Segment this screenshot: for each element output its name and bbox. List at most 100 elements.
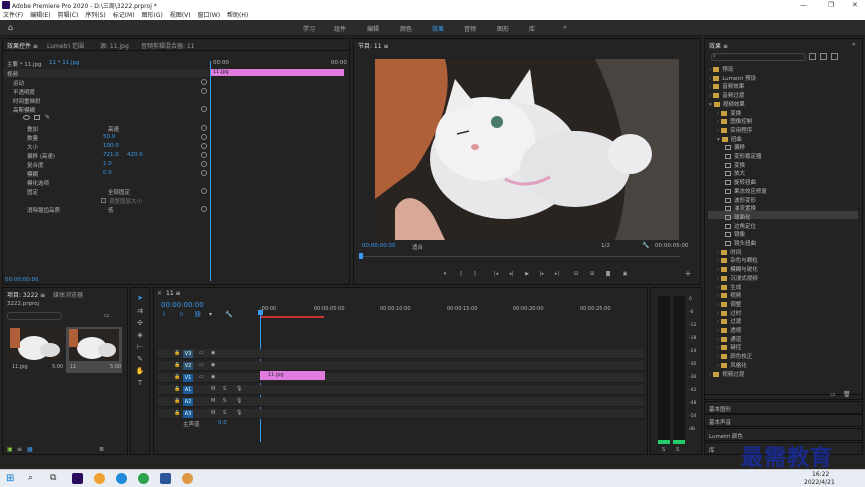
effect-item[interactable]: 旋转扭曲 [725, 178, 756, 186]
workspace-assembly[interactable]: 组件 [334, 24, 346, 33]
reset-blend-icon[interactable] [201, 161, 207, 167]
lock-icon[interactable]: 🔒 [174, 386, 180, 392]
chevron-right-icon[interactable]: › [717, 328, 719, 334]
reset-blur-icon[interactable] [201, 170, 207, 176]
list-view-icon[interactable]: ≡ [17, 446, 22, 453]
effect-item[interactable]: 湍流置换 [725, 204, 756, 212]
lock-icon[interactable]: 🔒 [174, 362, 180, 368]
export-frame-icon[interactable]: ◙ [604, 270, 612, 278]
solo-left[interactable]: S [662, 447, 665, 453]
menu-clip[interactable]: 剪辑(C) [57, 11, 78, 20]
reset-fixed-icon[interactable] [201, 188, 207, 194]
menu-file[interactable]: 文件(F) [3, 11, 23, 20]
reset-size-icon[interactable] [201, 143, 207, 149]
delete-icon[interactable]: 🗑 [843, 391, 851, 398]
wechat-taskbar-icon[interactable] [138, 473, 149, 484]
blur-mode-select[interactable]: 高速 [108, 125, 119, 133]
effects-folder[interactable]: › 实用程序 [717, 126, 752, 134]
offset-x-value[interactable]: 721.0 [103, 152, 119, 158]
timeline-close-icon[interactable]: ✕ [157, 290, 162, 297]
timeline-clip-11jpg[interactable]: 11.jpg [260, 371, 325, 380]
reset-effect-icon[interactable] [201, 106, 207, 112]
solo-button[interactable]: S [223, 386, 226, 392]
pen-tool-icon[interactable]: ✎ [135, 355, 145, 365]
mic-icon[interactable]: 🎙 [236, 386, 242, 392]
source-clip-label[interactable]: 主要 * 11.jpg [7, 60, 42, 68]
chevron-right-icon[interactable]: › [717, 119, 719, 125]
effects-folder[interactable]: › 过渡 [717, 317, 741, 325]
sample-select[interactable]: 低 [108, 206, 114, 214]
menu-view[interactable]: 视图(V) [170, 11, 191, 20]
eye-icon[interactable]: ◉ [211, 362, 215, 368]
add-marker-timeline-icon[interactable]: ▾ [209, 311, 212, 318]
track-target[interactable]: A2 [183, 398, 193, 406]
tab-audio-mixer[interactable]: 音频剪辑混合器: 11 [141, 41, 195, 50]
windows-start-icon[interactable]: ⊞ [6, 473, 17, 484]
extract-icon[interactable]: ⊞ [588, 270, 596, 278]
mic-icon[interactable]: 🎙 [236, 410, 242, 416]
new-folder-icon[interactable]: ▭ [104, 312, 110, 319]
fit-select[interactable]: 适合 [412, 243, 423, 251]
chevron-right-icon[interactable]: › [717, 319, 719, 325]
reset-blur-mode-icon[interactable] [201, 125, 207, 131]
menu-edit[interactable]: 编辑(E) [30, 11, 50, 20]
ec-playhead[interactable] [210, 61, 211, 281]
workspace-learn[interactable]: 学习 [303, 24, 315, 33]
tab-project[interactable]: 项目: 3222 ≡ [7, 290, 45, 299]
sync-lock-icon[interactable]: ▭ [199, 362, 204, 368]
effects-folder[interactable]: › 音频过渡 [709, 91, 744, 99]
track-target[interactable]: A1 [183, 386, 193, 394]
effects-search-input[interactable] [711, 53, 806, 61]
reset-offset-icon[interactable] [201, 152, 207, 158]
go-to-out-icon[interactable]: ▸| [553, 270, 561, 278]
browser-taskbar-icon[interactable] [94, 473, 105, 484]
amount-value[interactable]: 50.0 [103, 134, 115, 140]
type-tool-icon[interactable]: T [135, 379, 145, 389]
write-protect-icon[interactable]: ▣ [7, 446, 13, 453]
effects-folder[interactable]: › Lumetri 预设 [709, 74, 756, 82]
effects-folder[interactable]: ▾ 扭曲 [717, 135, 742, 143]
chevron-right-icon[interactable]: › [717, 311, 719, 317]
size-value[interactable]: 100.0 [103, 143, 119, 149]
hand-tool-icon[interactable]: ✋ [135, 367, 145, 377]
pen-mask-icon[interactable]: ✎ [45, 114, 50, 121]
tab-source[interactable]: 源: 11.jpg [100, 41, 129, 50]
chevron-right-icon[interactable]: › [709, 76, 711, 82]
reset-amount-icon[interactable] [201, 134, 207, 140]
effects-folder[interactable]: › 变换 [717, 109, 741, 117]
eye-icon[interactable]: ◉ [211, 350, 215, 356]
lift-icon[interactable]: ⊟ [572, 270, 580, 278]
tab-effects[interactable]: 效果 ≡ [709, 41, 728, 50]
effects-folder[interactable]: › 生成 [717, 283, 741, 291]
add-marker-icon[interactable]: ▾ [441, 270, 449, 278]
effect-item[interactable]: 边角定位 [725, 222, 756, 230]
clock-date[interactable]: 2022/4/21 [804, 479, 835, 486]
effects-folder[interactable]: › 透视 [717, 326, 741, 334]
track-target[interactable]: A3 [183, 410, 193, 418]
tab-program-monitor[interactable]: 节目: 11 ≡ [358, 41, 389, 50]
chevron-right-icon[interactable]: › [717, 337, 719, 343]
effects-folder[interactable]: › 通道 [717, 335, 741, 343]
effect-item[interactable]: 镜像 [725, 230, 745, 238]
maximize-icon[interactable]: ❐ [828, 1, 834, 9]
time-remap-label[interactable]: 时间重映射 [13, 97, 41, 105]
word-taskbar-icon[interactable] [160, 473, 171, 484]
lock-icon[interactable]: 🔒 [174, 374, 180, 380]
effect-item[interactable]: 果冻效应修复 [725, 187, 767, 195]
linked-selection-icon[interactable]: ⛓ [194, 311, 202, 318]
effect-item[interactable]: 放大 [725, 169, 745, 177]
chevron-right-icon[interactable]: › [717, 302, 719, 308]
program-playhead[interactable] [359, 253, 363, 259]
search-taskbar-icon[interactable]: ⌕ [28, 473, 39, 484]
ec-footer-timecode[interactable]: 00:00:00:00 [5, 277, 39, 283]
track-row[interactable] [158, 409, 644, 419]
effects-folder[interactable]: › 键控 [717, 343, 741, 351]
menu-marker[interactable]: 标记(M) [113, 11, 135, 20]
timeline-settings-icon[interactable]: 🔧 [225, 311, 232, 318]
chevron-right-icon[interactable]: › [709, 372, 711, 378]
chevron-right-icon[interactable]: › [709, 93, 711, 99]
essential-sound-section[interactable]: 基本声音 [704, 414, 863, 427]
menu-sequence[interactable]: 序列(S) [85, 11, 106, 20]
home-icon[interactable]: ⌂ [8, 23, 18, 32]
chevron-right-icon[interactable]: › [717, 293, 719, 299]
